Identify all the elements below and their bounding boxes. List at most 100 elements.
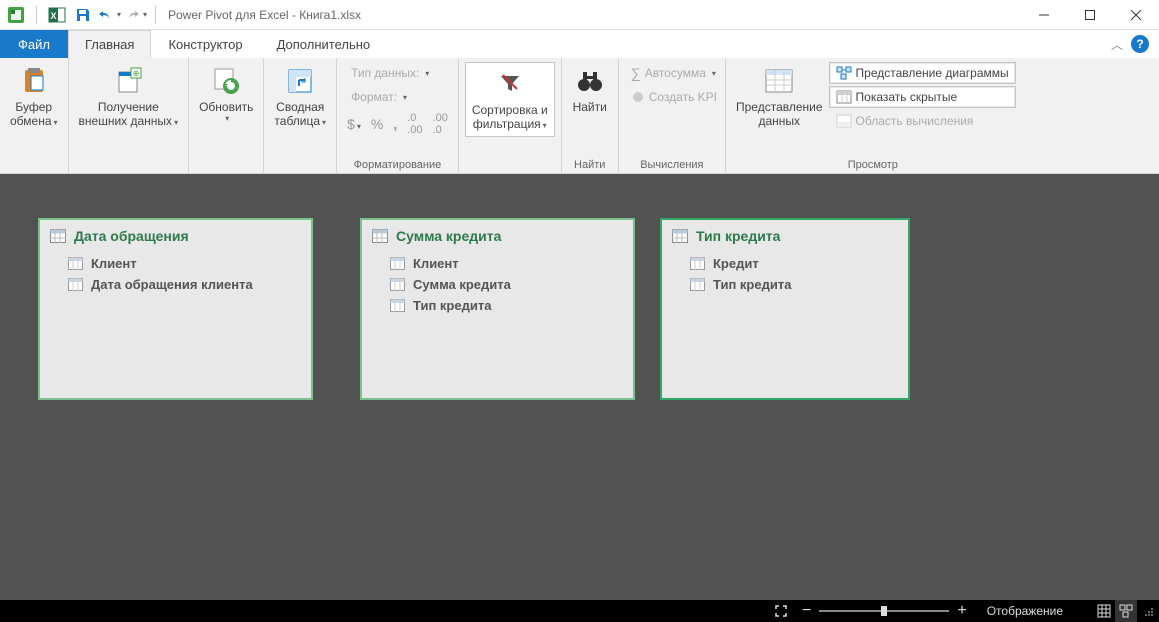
dropdown-arrow-icon: ▾	[117, 10, 121, 19]
diagram-canvas[interactable]: Дата обращения Клиент Дата обращения клиен…	[0, 174, 1159, 600]
field-row[interactable]: Тип кредита	[690, 277, 898, 292]
field-name: Клиент	[413, 256, 459, 271]
currency-button[interactable]: $▾	[347, 116, 361, 132]
zoom-thumb[interactable]	[881, 606, 887, 616]
tab-home[interactable]: Главная	[68, 30, 151, 58]
field-name: Тип кредита	[413, 298, 491, 313]
help-button[interactable]: ?	[1131, 35, 1149, 53]
get-external-data-button[interactable]: ⊕ Получение внешних данных▾	[73, 60, 185, 133]
create-kpi-button[interactable]: Создать KPI	[627, 86, 721, 108]
group-find: Найти Найти	[562, 58, 619, 173]
table-card[interactable]: Сумма кредита Клиент Сумма кредита Тип кред…	[360, 218, 635, 400]
data-view-icon	[764, 64, 794, 98]
table-card-header[interactable]: Сумма кредита	[362, 220, 633, 252]
group-pivot: Сводная таблица▾	[264, 58, 337, 173]
collapse-ribbon-icon[interactable]: ︿	[1111, 36, 1123, 53]
field-name: Дата обращения клиента	[91, 277, 253, 292]
table-card-body: Кредит Тип кредита	[662, 252, 908, 306]
increase-decimal-button[interactable]: .0.00	[407, 112, 422, 136]
table-name: Сумма кредита	[396, 228, 501, 244]
data-view-button[interactable]: Представление данных	[730, 60, 829, 133]
field-name: Тип кредита	[713, 277, 791, 292]
ribbon: Буфер обмена▾ ⊕ Получение внешних данных…	[0, 58, 1159, 174]
diagram-view-button[interactable]: Представление диаграммы	[829, 62, 1016, 84]
tab-file[interactable]: Файл	[0, 30, 68, 58]
group-refresh: Обновить ▾	[189, 58, 264, 173]
field-row[interactable]: Тип кредита	[390, 298, 623, 313]
field-row[interactable]: Кредит	[690, 256, 898, 271]
redo-button[interactable]: ▾	[123, 3, 147, 27]
field-row[interactable]: Клиент	[68, 256, 301, 271]
excel-icon[interactable]: X	[45, 3, 69, 27]
field-name: Сумма кредита	[413, 277, 511, 292]
field-row[interactable]: Сумма кредита	[390, 277, 623, 292]
datatype-dropdown[interactable]: Тип данных:▾	[347, 62, 448, 84]
zoom-out-button[interactable]: −	[802, 602, 811, 620]
undo-button[interactable]: ▾	[97, 3, 121, 27]
group-sort-filter: Сортировка и фильтрация▾	[459, 58, 562, 173]
window-title: Power Pivot для Excel - Книга1.xlsx	[168, 8, 361, 22]
zoom-slider[interactable]: − +	[792, 602, 977, 620]
maximize-button[interactable]	[1067, 0, 1113, 30]
status-bar: − + Отображение	[0, 600, 1159, 622]
table-card-header[interactable]: Тип кредита	[662, 220, 908, 252]
fit-to-screen-button[interactable]	[770, 600, 792, 622]
group-formatting: Тип данных:▾ Формат:▾ $▾ % , .0.00 .00.0…	[337, 58, 459, 173]
tab-design[interactable]: Конструктор	[151, 30, 259, 58]
paste-button[interactable]: Буфер обмена▾	[4, 60, 64, 133]
window-controls	[1021, 0, 1159, 30]
group-view: Представление данных Представление диагр…	[726, 58, 1020, 173]
diagram-view-icon	[836, 66, 852, 80]
show-hidden-button[interactable]: Показать скрытые	[829, 86, 1016, 108]
table-icon	[50, 229, 66, 243]
table-card[interactable]: Дата обращения Клиент Дата обращения клиен…	[38, 218, 313, 400]
show-hidden-icon	[836, 90, 852, 104]
percent-button[interactable]: %	[371, 116, 383, 132]
decrease-decimal-button[interactable]: .00.0	[433, 112, 448, 136]
binoculars-icon	[576, 64, 604, 98]
svg-text:X: X	[50, 11, 56, 21]
kpi-icon	[631, 90, 645, 104]
calc-area-button[interactable]: Область вычисления	[829, 110, 1016, 132]
comma-button[interactable]: ,	[393, 116, 397, 132]
field-name: Клиент	[91, 256, 137, 271]
tab-advanced[interactable]: Дополнительно	[260, 30, 388, 58]
field-icon	[390, 257, 405, 270]
field-icon	[68, 257, 83, 270]
powerpivot-icon	[4, 3, 28, 27]
table-name: Дата обращения	[74, 228, 189, 244]
group-clipboard: Буфер обмена▾	[0, 58, 69, 173]
resize-grip[interactable]	[1137, 600, 1159, 622]
filter-icon	[497, 67, 523, 101]
field-name: Кредит	[713, 256, 759, 271]
field-icon	[690, 257, 705, 270]
table-icon	[372, 229, 388, 243]
pivot-table-icon	[285, 64, 315, 98]
pivot-table-button[interactable]: Сводная таблица▾	[268, 60, 332, 133]
autosum-button[interactable]: ∑ Автосумма▾	[627, 62, 721, 84]
refresh-button[interactable]: Обновить ▾	[193, 60, 259, 128]
zoom-in-button[interactable]: +	[957, 602, 966, 620]
field-row[interactable]: Дата обращения клиента	[68, 277, 301, 292]
sort-filter-button[interactable]: Сортировка и фильтрация▾	[465, 62, 555, 137]
field-row[interactable]: Клиент	[390, 256, 623, 271]
quick-access-toolbar: X ▾ ▾ Power Pivot для Excel - Книга1.xls…	[0, 3, 361, 27]
diagram-view-status-button[interactable]	[1115, 600, 1137, 622]
view-mode-label: Отображение	[977, 604, 1093, 618]
database-icon: ⊕	[113, 64, 143, 98]
grid-view-button[interactable]	[1093, 600, 1115, 622]
save-icon[interactable]	[71, 3, 95, 27]
ribbon-tabs: Файл Главная Конструктор Дополнительно ︿…	[0, 30, 1159, 58]
find-button[interactable]: Найти	[566, 60, 614, 118]
zoom-track[interactable]	[819, 610, 949, 612]
table-name: Тип кредита	[696, 228, 780, 244]
table-card[interactable]: Тип кредита Кредит Тип кредита	[660, 218, 910, 400]
separator	[155, 6, 156, 24]
group-get-data: ⊕ Получение внешних данных▾	[69, 58, 190, 173]
format-dropdown[interactable]: Формат:▾	[347, 86, 448, 108]
table-card-body: Клиент Сумма кредита Тип кредита	[362, 252, 633, 327]
close-button[interactable]	[1113, 0, 1159, 30]
table-card-header[interactable]: Дата обращения	[40, 220, 311, 252]
minimize-button[interactable]	[1021, 0, 1067, 30]
title-bar: X ▾ ▾ Power Pivot для Excel - Книга1.xls…	[0, 0, 1159, 30]
